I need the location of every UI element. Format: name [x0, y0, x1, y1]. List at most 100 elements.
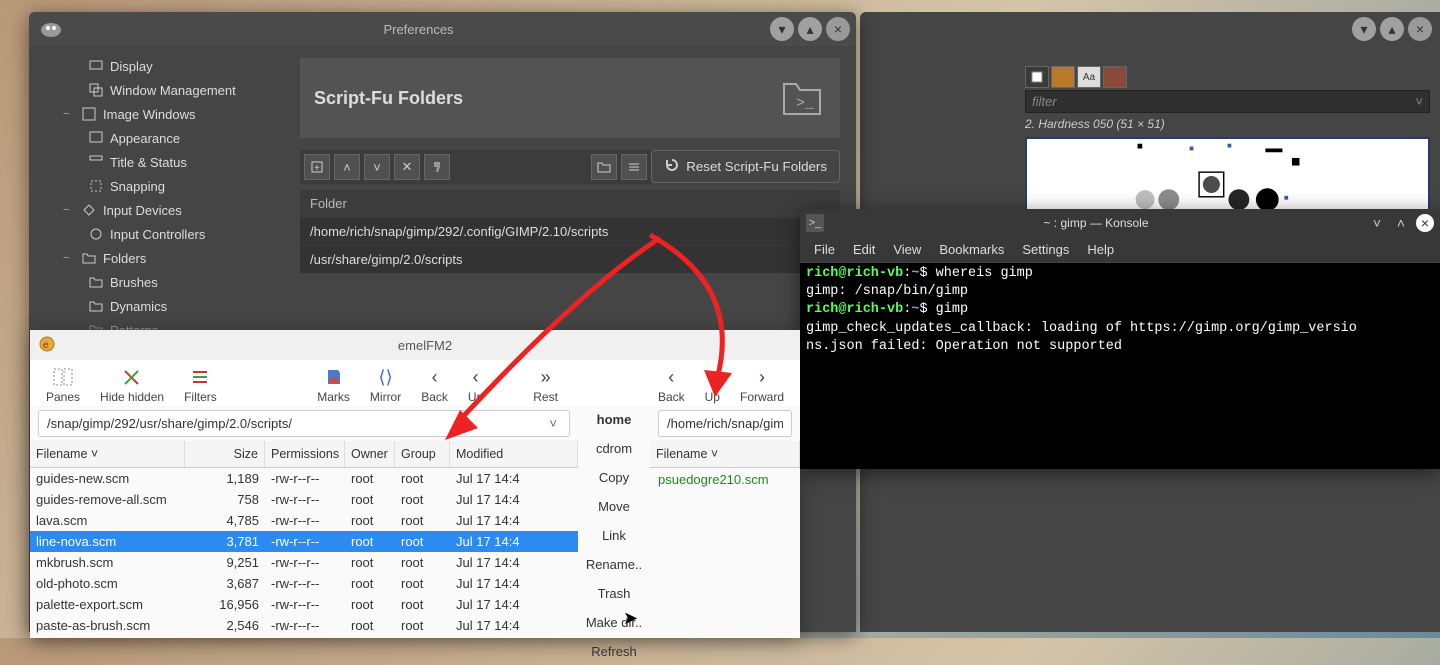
chevron-down-icon[interactable]: ˅	[545, 416, 561, 431]
cdrom-button[interactable]: cdrom	[578, 435, 650, 462]
fonts-tab[interactable]: Aa	[1077, 66, 1101, 88]
new-folder-button[interactable]: +	[304, 154, 330, 180]
rest-button[interactable]: »Rest	[533, 366, 558, 404]
mirror-button[interactable]: ⟨⟩Mirror	[370, 366, 401, 404]
menu-edit[interactable]: Edit	[853, 242, 875, 257]
titlebar[interactable]: Preferences ▾ ▴ ×	[29, 12, 856, 46]
rename-button[interactable]: Rename..	[578, 551, 650, 578]
tree-item-image-windows[interactable]: −Image Windows	[33, 102, 280, 126]
move-down-button[interactable]: ˅	[364, 154, 390, 180]
folder-row[interactable]: /home/rich/snap/gimp/292/.config/GIMP/2.…	[300, 217, 840, 245]
link-button[interactable]: Link	[578, 522, 650, 549]
col-modified[interactable]: Modified	[450, 441, 578, 467]
folder-toolbar: + ˄ ˅ ✕	[300, 150, 651, 184]
menu-bar: File Edit View Bookmarks Settings Help	[800, 237, 1440, 263]
close-button[interactable]: ×	[1416, 214, 1434, 232]
reset-button[interactable]: Reset Script-Fu Folders	[651, 150, 840, 183]
open-folder-button[interactable]	[591, 154, 617, 180]
move-button[interactable]: Move	[578, 493, 650, 520]
menu-bookmarks[interactable]: Bookmarks	[939, 242, 1004, 257]
tree-item-input-controllers[interactable]: Input Controllers	[33, 222, 280, 246]
titlebar[interactable]: e emelFM2	[30, 330, 800, 360]
trash-button[interactable]: Trash	[578, 580, 650, 607]
close-button[interactable]: ×	[826, 17, 850, 41]
toolbar: Panes Hide hidden Filters Marks ⟨⟩Mirror…	[30, 360, 800, 406]
thumbs-down-button[interactable]	[424, 154, 450, 180]
makedir-button[interactable]: Make dir..	[578, 609, 650, 636]
table-row[interactable]: line-nova.scm3,781-rw-r--r--rootrootJul …	[30, 531, 578, 552]
minimize-button[interactable]: ˅	[1368, 214, 1386, 232]
tree-item-folders[interactable]: −Folders	[33, 246, 280, 270]
tree-item-brushes[interactable]: Brushes	[33, 270, 280, 294]
panes-button[interactable]: Panes	[46, 366, 80, 404]
refresh-button[interactable]: Refresh	[578, 638, 650, 665]
right-path-input[interactable]: /home/rich/snap/gimp	[658, 410, 792, 437]
folder-list[interactable]: /home/rich/snap/gimp/292/.config/GIMP/2.…	[300, 217, 840, 273]
tree-item-display[interactable]: Display	[33, 54, 280, 78]
brush-grid[interactable]	[1025, 137, 1430, 213]
chevron-down-icon[interactable]: ˅	[1409, 91, 1429, 112]
table-row[interactable]: old-photo.scm3,687-rw-r--r--rootrootJul …	[30, 573, 578, 594]
table-row[interactable]: paste-as-brush.scm2,546-rw-r--r--rootroo…	[30, 615, 578, 636]
col-owner[interactable]: Owner	[345, 441, 395, 467]
move-up-button[interactable]: ˄	[334, 154, 360, 180]
brush-filter-input[interactable]: filter	[1026, 91, 1409, 112]
file-row[interactable]: psuedogre210.scm	[650, 468, 800, 491]
menu-view[interactable]: View	[893, 242, 921, 257]
svg-text:>_: >_	[796, 95, 815, 112]
tree-item-snapping[interactable]: Snapping	[33, 174, 280, 198]
maximize-button[interactable]: ▴	[798, 17, 822, 41]
tree-item-window-mgmt[interactable]: Window Management	[33, 78, 280, 102]
terminal-output[interactable]: rich@rich-vb:~$ whereis gimp gimp: /snap…	[800, 263, 1440, 469]
history-tab[interactable]	[1103, 66, 1127, 88]
titlebar[interactable]: >_ ~ : gimp — Konsole ˅ ˄ ×	[800, 209, 1440, 237]
collapse-icon[interactable]: −	[63, 252, 75, 264]
col-size[interactable]: Size	[185, 441, 265, 467]
maximize-button[interactable]: ˄	[1392, 214, 1410, 232]
col-filename[interactable]: Filename ˅	[30, 441, 185, 467]
close-button[interactable]: ×	[1408, 17, 1432, 41]
patterns-tab[interactable]	[1051, 66, 1075, 88]
table-row[interactable]: lava.scm4,785-rw-r--r--rootrootJul 17 14…	[30, 510, 578, 531]
minimize-button[interactable]: ▾	[1352, 17, 1376, 41]
left-path-input[interactable]: /snap/gimp/292/usr/share/gimp/2.0/script…	[38, 410, 570, 437]
menu-help[interactable]: Help	[1087, 242, 1114, 257]
col-filename[interactable]: Filename ˅	[650, 441, 800, 467]
collapse-icon[interactable]: −	[63, 108, 75, 120]
tree-item-dynamics[interactable]: Dynamics	[33, 294, 280, 318]
table-row[interactable]: palette-export.scm16,956-rw-r--r--rootro…	[30, 594, 578, 615]
tree-item-title-status[interactable]: Title & Status	[33, 150, 280, 174]
dynamics-icon	[88, 298, 104, 314]
table-row[interactable]: mkbrush.scm9,251-rw-r--r--rootrootJul 17…	[30, 552, 578, 573]
up-button-right[interactable]: ‹Up	[705, 366, 720, 404]
brushes-tab[interactable]	[1025, 66, 1049, 88]
image-window-icon	[81, 106, 97, 122]
filters-icon	[191, 366, 209, 388]
minimize-button[interactable]: ▾	[770, 17, 794, 41]
forward-button[interactable]: ›Forward	[740, 366, 784, 404]
col-group[interactable]: Group	[395, 441, 450, 467]
hide-hidden-button[interactable]: Hide hidden	[100, 366, 164, 404]
tree-item-appearance[interactable]: Appearance	[33, 126, 280, 150]
menu-file[interactable]: File	[814, 242, 835, 257]
maximize-button[interactable]: ▴	[1380, 17, 1404, 41]
back-button-right[interactable]: ‹Back	[658, 366, 685, 404]
tree-item-input-devices[interactable]: −Input Devices	[33, 198, 280, 222]
input-devices-icon	[81, 202, 97, 218]
table-row[interactable]: guides-remove-all.scm758-rw-r--r--rootro…	[30, 489, 578, 510]
delete-button[interactable]: ✕	[394, 154, 420, 180]
copy-button[interactable]: Copy	[578, 464, 650, 491]
col-permissions[interactable]: Permissions	[265, 441, 345, 467]
home-button[interactable]: home	[578, 406, 650, 433]
collapse-icon[interactable]: −	[63, 204, 75, 216]
filters-button[interactable]: Filters	[184, 366, 217, 404]
folder-column-header[interactable]: Folder	[300, 190, 840, 217]
list-view-button[interactable]	[621, 154, 647, 180]
marks-button[interactable]: Marks	[317, 366, 350, 404]
up-button[interactable]: ‹Up	[468, 366, 483, 404]
folder-row[interactable]: /usr/share/gimp/2.0/scripts	[300, 245, 840, 273]
back-button[interactable]: ‹Back	[421, 366, 448, 404]
rest-icon: »	[541, 366, 551, 388]
menu-settings[interactable]: Settings	[1022, 242, 1069, 257]
table-row[interactable]: guides-new.scm1,189-rw-r--r--rootrootJul…	[30, 468, 578, 489]
